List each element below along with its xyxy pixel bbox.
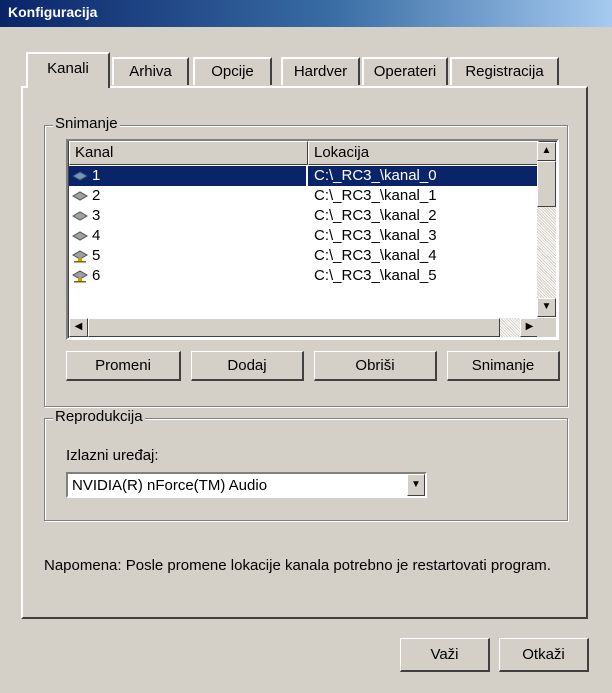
drive-icon	[72, 171, 88, 181]
list-row[interactable]: 3 C:\_RC3_\kanal_2	[68, 206, 539, 226]
row-lokacija: C:\_RC3_\kanal_5	[314, 267, 437, 284]
scroll-corner	[537, 318, 556, 337]
row-lokacija: C:\_RC3_\kanal_2	[314, 207, 437, 224]
scroll-down-button[interactable]: ▼	[537, 298, 556, 317]
tab-hardver[interactable]: Hardver	[281, 57, 360, 85]
list-row[interactable]: 4 C:\_RC3_\kanal_3	[68, 226, 539, 246]
window-title: Konfiguracija	[8, 4, 98, 20]
row-lokacija: C:\_RC3_\kanal_4	[314, 247, 437, 264]
row-lokacija: C:\_RC3_\kanal_0	[308, 166, 539, 186]
tab-arhiva[interactable]: Arhiva	[112, 57, 189, 85]
tab-operateri[interactable]: Operateri	[362, 57, 448, 85]
row-kanal: 6	[92, 267, 101, 284]
ok-button[interactable]: Važi	[400, 638, 490, 672]
list-row[interactable]: 1 C:\_RC3_\kanal_0	[68, 166, 539, 186]
reprodukcija-group: Reprodukcija	[44, 408, 568, 521]
row-lokacija: C:\_RC3_\kanal_1	[314, 187, 437, 204]
obrisi-button[interactable]: Obriši	[314, 351, 437, 381]
horizontal-scrollbar[interactable]: ◀ ▶	[69, 318, 539, 337]
row-kanal: 4	[92, 227, 101, 244]
network-drive-icon	[72, 250, 88, 263]
row-kanal: 3	[92, 207, 101, 224]
cancel-button[interactable]: Otkaži	[499, 638, 589, 672]
scroll-left-button[interactable]: ◀	[69, 318, 88, 337]
scroll-hthumb[interactable]	[88, 318, 500, 337]
list-row[interactable]: 2 C:\_RC3_\kanal_1	[68, 186, 539, 206]
drive-icon	[72, 231, 88, 241]
restart-note: Napomena: Posle promene lokacije kanala …	[44, 557, 551, 574]
column-header-kanal[interactable]: Kanal	[69, 141, 308, 165]
snimanje-button[interactable]: Snimanje	[447, 351, 560, 381]
dodaj-button[interactable]: Dodaj	[191, 351, 304, 381]
drive-icon	[72, 191, 88, 201]
promeni-button[interactable]: Promeni	[66, 351, 181, 381]
network-drive-icon	[72, 270, 88, 283]
row-lokacija: C:\_RC3_\kanal_3	[314, 227, 437, 244]
row-kanal: 1	[92, 167, 101, 184]
tab-kanali[interactable]: Kanali	[26, 52, 110, 88]
reprodukcija-group-label: Reprodukcija	[53, 408, 145, 425]
channel-list[interactable]: Kanal Lokacija 1 C:\_RC3_\kanal_0 2 C:\_…	[66, 139, 559, 340]
tab-registracija[interactable]: Registracija	[450, 57, 559, 85]
title-bar: Konfiguracija	[0, 0, 612, 27]
list-row[interactable]: 5 C:\_RC3_\kanal_4	[68, 246, 539, 266]
list-row[interactable]: 6 C:\_RC3_\kanal_5	[68, 266, 539, 286]
scroll-up-button[interactable]: ▲	[537, 142, 556, 161]
output-device-value: NVIDIA(R) nForce(TM) Audio	[72, 477, 268, 494]
scroll-thumb[interactable]	[537, 161, 556, 207]
output-device-select[interactable]: NVIDIA(R) nForce(TM) Audio ▼	[66, 472, 427, 498]
snimanje-group-label: Snimanje	[53, 115, 120, 132]
output-device-label: Izlazni uređaj:	[66, 447, 159, 464]
drive-icon	[72, 211, 88, 221]
row-kanal: 5	[92, 247, 101, 264]
chevron-down-icon[interactable]: ▼	[407, 474, 425, 496]
vertical-scrollbar[interactable]: ▲ ▼	[537, 142, 556, 317]
row-kanal: 2	[92, 187, 101, 204]
tab-opcije[interactable]: Opcije	[193, 57, 272, 85]
column-header-lokacija[interactable]: Lokacija	[308, 141, 539, 165]
